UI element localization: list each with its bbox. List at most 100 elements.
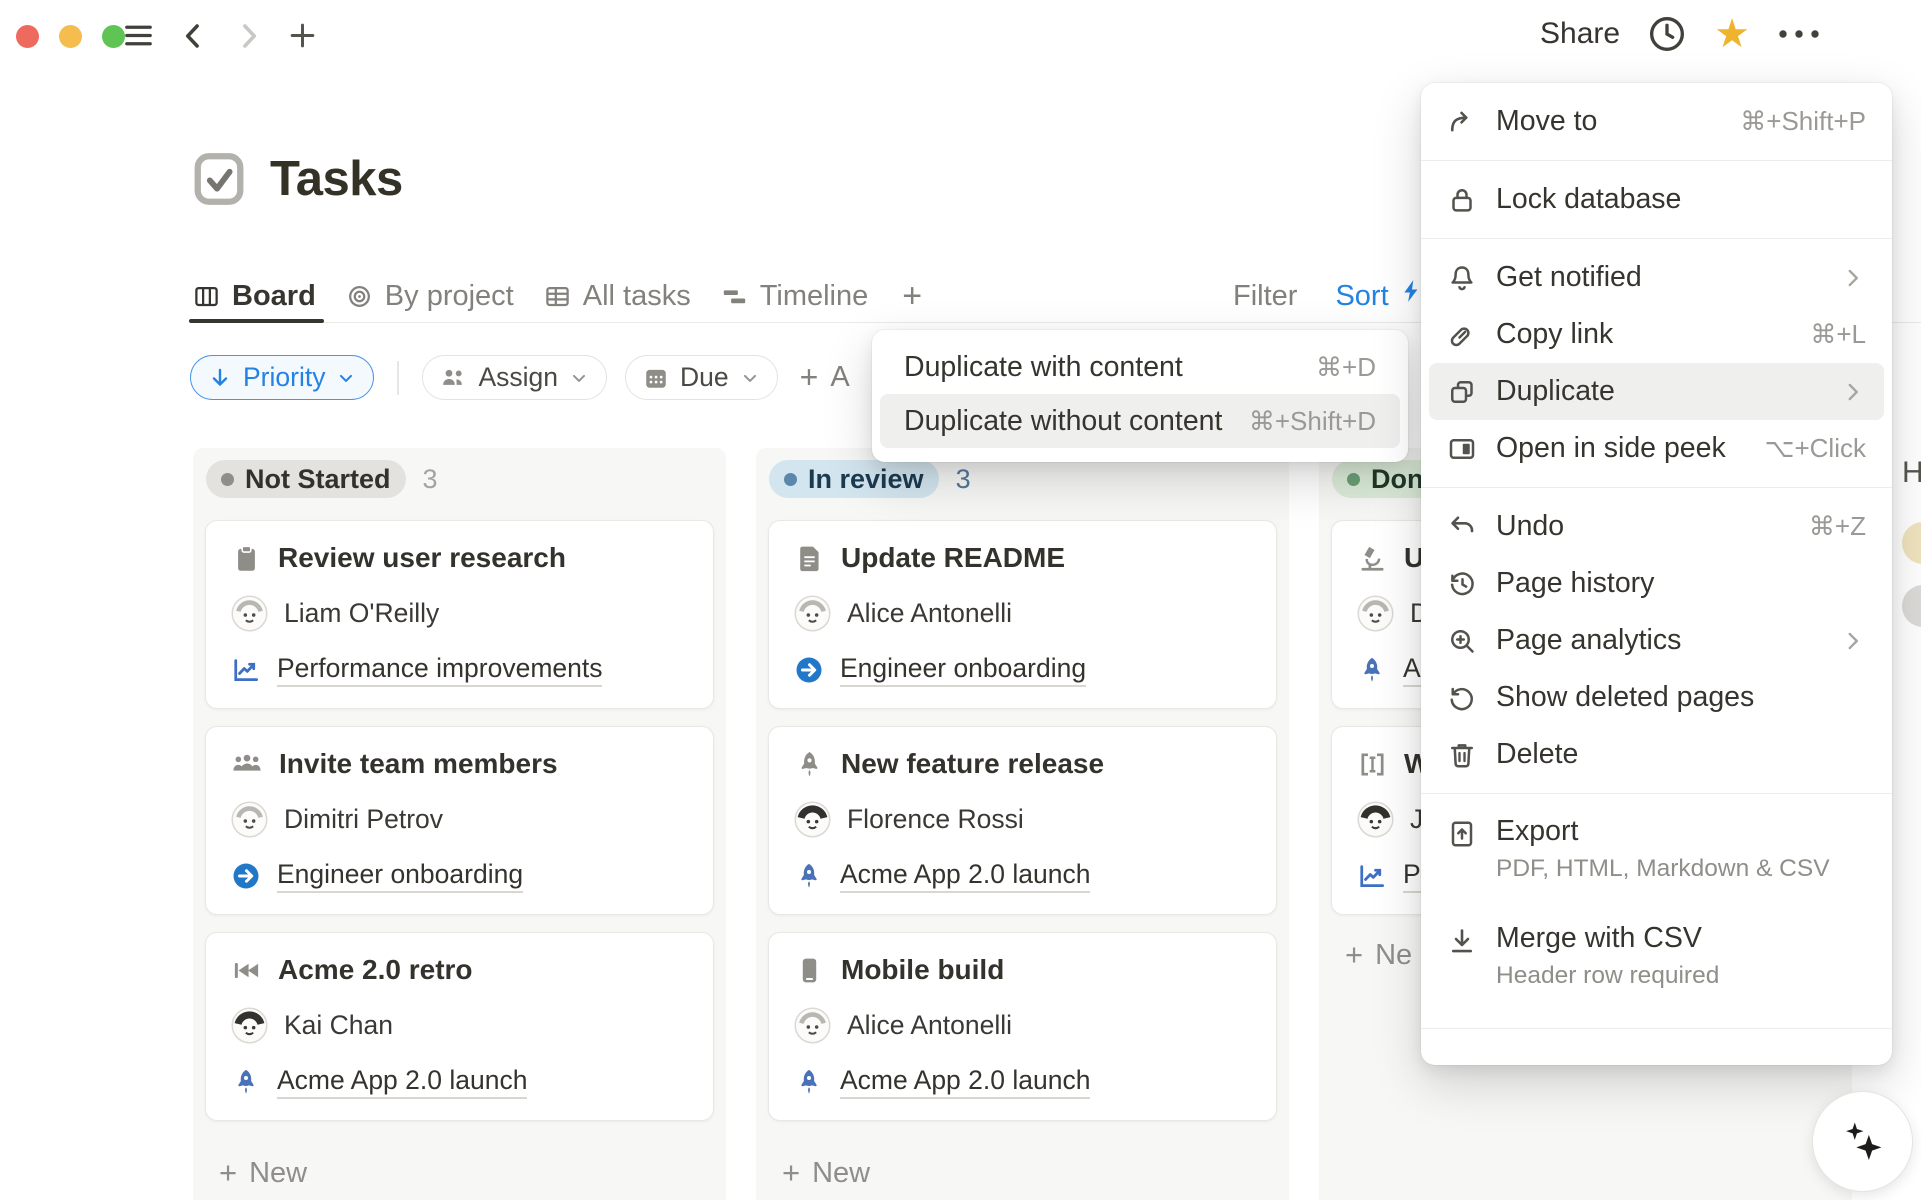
menu-item-merge-with-csv[interactable]: Merge with CSV Header row required bbox=[1421, 911, 1892, 1018]
history-clock-icon bbox=[1447, 569, 1477, 599]
related-page-link[interactable]: Engineer onboarding bbox=[840, 653, 1086, 687]
tab-by-project[interactable]: By project bbox=[346, 270, 514, 322]
column-header: In review 3 bbox=[769, 460, 1277, 498]
related-page-link[interactable]: Acme App 2.0 launch bbox=[840, 1065, 1090, 1099]
related-page-link[interactable]: Acme App 2.0 launch bbox=[277, 1065, 527, 1099]
menu-item-copy-link[interactable]: Copy link ⌘+L bbox=[1421, 306, 1892, 363]
card-title: Acme 2.0 retro bbox=[278, 954, 473, 986]
bell-icon bbox=[1447, 263, 1477, 293]
avatar bbox=[794, 1007, 831, 1044]
menu-item-move-to[interactable]: Move to ⌘+Shift+P bbox=[1421, 93, 1892, 150]
menu-item-open-in-side-peek[interactable]: Open in side peek ⌥+Click bbox=[1421, 420, 1892, 477]
file-icon bbox=[794, 543, 825, 574]
sort-button[interactable]: Sort bbox=[1335, 280, 1388, 313]
close-window-button[interactable] bbox=[16, 25, 39, 48]
assignee-name: Kai Chan bbox=[284, 1010, 393, 1041]
window-controls bbox=[16, 25, 125, 48]
menu-item-undo[interactable]: Undo ⌘+Z bbox=[1421, 498, 1892, 555]
move-to-icon bbox=[1447, 107, 1477, 137]
duplicate-submenu: Duplicate with content ⌘+D Duplicate wit… bbox=[872, 330, 1408, 462]
side-peek-icon bbox=[1447, 434, 1477, 464]
avatar bbox=[794, 595, 831, 632]
priority-sort-chip[interactable]: Priority bbox=[190, 355, 374, 400]
avatar bbox=[231, 595, 268, 632]
back-icon[interactable] bbox=[179, 21, 209, 51]
notion-window: Share ★ Tasks Board By project All tasks… bbox=[0, 0, 1921, 1200]
column-in-review: In review 3 Update README Alice Antonell… bbox=[756, 448, 1289, 1200]
menu-item-duplicate[interactable]: Duplicate bbox=[1429, 363, 1884, 420]
favorite-star-icon[interactable]: ★ bbox=[1714, 14, 1750, 54]
tab-all-tasks[interactable]: All tasks bbox=[544, 270, 691, 322]
menu-item-duplicate-without-content[interactable]: Duplicate without content ⌘+Shift+D bbox=[880, 394, 1400, 448]
phone-icon bbox=[794, 955, 825, 986]
download-merge-icon bbox=[1447, 926, 1477, 956]
chip-divider bbox=[397, 361, 399, 395]
task-card[interactable]: Review user research Liam O'Reilly Perfo… bbox=[205, 520, 714, 709]
related-page-link[interactable]: Acme App 2.0 launch bbox=[840, 859, 1090, 893]
avatar bbox=[794, 801, 831, 838]
restore-arrow-icon bbox=[1447, 683, 1477, 713]
column-count: 3 bbox=[423, 464, 438, 495]
menu-item-page-history[interactable]: Page history bbox=[1421, 555, 1892, 612]
new-card-button[interactable]: +New bbox=[768, 1155, 1277, 1191]
menu-item-export[interactable]: Export PDF, HTML, Markdown & CSV bbox=[1421, 804, 1892, 911]
page-context-menu: Move to ⌘+Shift+P Lock database Get noti… bbox=[1421, 83, 1892, 1065]
avatar bbox=[231, 1007, 268, 1044]
minimize-window-button[interactable] bbox=[59, 25, 82, 48]
column-not-started: Not Started 3 Review user research Liam … bbox=[193, 448, 726, 1200]
view-options: Filter Sort bbox=[1233, 270, 1389, 322]
assignee-name: Dimitri Petrov bbox=[284, 804, 443, 835]
menu-item-delete[interactable]: Delete bbox=[1421, 726, 1892, 783]
forward-icon[interactable] bbox=[233, 21, 263, 51]
add-filter-button[interactable]: +A bbox=[800, 359, 850, 396]
menu-item-get-notified[interactable]: Get notified bbox=[1421, 249, 1892, 306]
task-card[interactable]: Mobile build Alice Antonelli Acme App 2.… bbox=[768, 932, 1277, 1121]
related-page-link[interactable]: Engineer onboarding bbox=[277, 859, 523, 893]
updates-clock-icon[interactable] bbox=[1647, 14, 1687, 54]
new-tab-icon[interactable] bbox=[287, 20, 318, 51]
more-options-icon[interactable] bbox=[1777, 28, 1821, 40]
clipped-column-text: H bbox=[1902, 456, 1921, 490]
assign-filter-chip[interactable]: Assign bbox=[422, 355, 607, 400]
rocket-icon bbox=[1357, 655, 1387, 685]
clipboard-icon bbox=[231, 543, 262, 574]
menu-item-duplicate-with-content[interactable]: Duplicate with content ⌘+D bbox=[872, 340, 1408, 394]
topbar-actions: Share ★ bbox=[1540, 14, 1821, 54]
new-card-button[interactable]: +New bbox=[205, 1155, 714, 1191]
column-header: Not Started 3 bbox=[206, 460, 714, 498]
ai-assistant-button[interactable] bbox=[1812, 1091, 1913, 1192]
related-page-link[interactable]: Performance improvements bbox=[277, 653, 602, 687]
menu-item-page-analytics[interactable]: Page analytics bbox=[1421, 612, 1892, 669]
status-badge: In review bbox=[769, 460, 939, 498]
menu-item-show-deleted-pages[interactable]: Show deleted pages bbox=[1421, 669, 1892, 726]
circle-arrow-icon bbox=[231, 861, 261, 891]
chevron-right-icon bbox=[1840, 379, 1866, 405]
due-filter-chip[interactable]: Due bbox=[625, 355, 778, 400]
filter-button[interactable]: Filter bbox=[1233, 280, 1297, 313]
tab-board[interactable]: Board bbox=[193, 270, 316, 322]
magnifier-plus-icon bbox=[1447, 626, 1477, 656]
link-icon bbox=[1447, 320, 1477, 350]
status-dot bbox=[784, 473, 797, 486]
task-card[interactable]: Acme 2.0 retro Kai Chan Acme App 2.0 lau… bbox=[205, 932, 714, 1121]
brackets-icon bbox=[1357, 749, 1388, 780]
tab-timeline[interactable]: Timeline bbox=[721, 270, 869, 322]
add-view-button[interactable]: + bbox=[902, 277, 922, 316]
avatar bbox=[1357, 801, 1394, 838]
page-title[interactable]: Tasks bbox=[270, 151, 403, 207]
page-checkbox-icon[interactable] bbox=[190, 150, 248, 208]
assignee-name: Alice Antonelli bbox=[847, 598, 1012, 629]
microscope-icon bbox=[1357, 543, 1388, 574]
chevron-right-icon bbox=[1840, 265, 1866, 291]
status-dot bbox=[1347, 473, 1360, 486]
rewind-icon bbox=[231, 955, 262, 986]
task-card[interactable]: New feature release Florence Rossi Acme … bbox=[768, 726, 1277, 915]
sidebar-toggle-icon[interactable] bbox=[122, 19, 155, 52]
task-card[interactable]: Invite team members Dimitri Petrov Engin… bbox=[205, 726, 714, 915]
status-badge[interactable]: Not Started bbox=[206, 460, 406, 498]
assignee-name: Florence Rossi bbox=[847, 804, 1024, 835]
filter-bar: Priority Assign Due +A bbox=[190, 355, 850, 400]
task-card[interactable]: Update README Alice Antonelli Engineer o… bbox=[768, 520, 1277, 709]
share-button[interactable]: Share bbox=[1540, 17, 1620, 51]
menu-item-lock-database[interactable]: Lock database bbox=[1421, 171, 1892, 228]
